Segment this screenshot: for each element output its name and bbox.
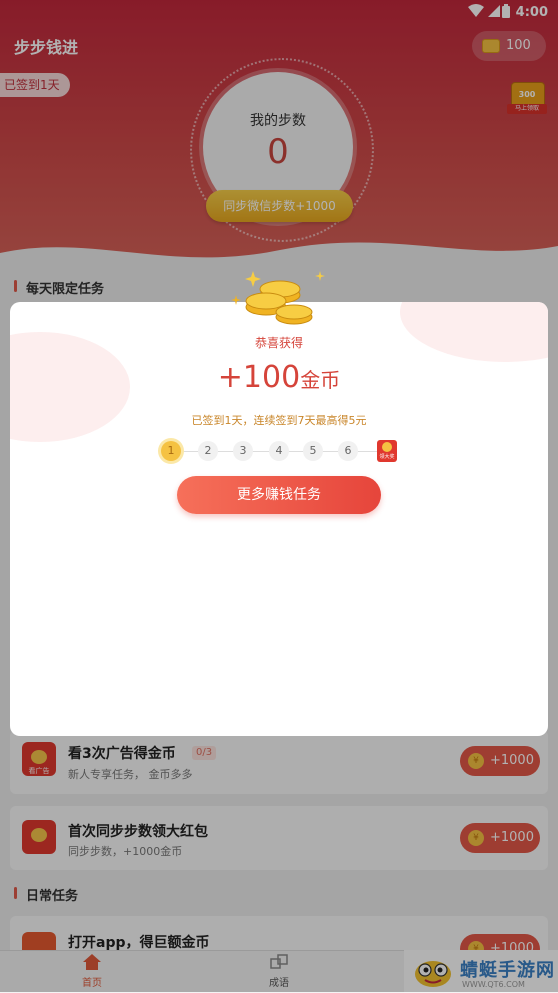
popup-congrats: 恭喜获得 [254, 336, 303, 350]
more-tasks-button[interactable]: 更多赚钱任务 [177, 476, 381, 514]
day-1: 1 [161, 441, 181, 461]
grand-prize-gift-icon: 领大奖 [377, 440, 397, 462]
day-4: 4 [269, 441, 289, 461]
popup-amount: +100金币 [10, 360, 548, 395]
popup-amount-value: +100 [217, 360, 301, 395]
day-5: 5 [303, 441, 323, 461]
day-6: 6 [338, 441, 358, 461]
popup-sign-note: 已签到1天，连续签到7天最高得5元 [191, 414, 367, 427]
day-3: 3 [233, 441, 253, 461]
gold-coins-icon [231, 271, 325, 325]
day-2: 2 [198, 441, 218, 461]
gift-label: 领大奖 [379, 454, 395, 460]
popup-amount-unit: 金币 [300, 368, 341, 392]
